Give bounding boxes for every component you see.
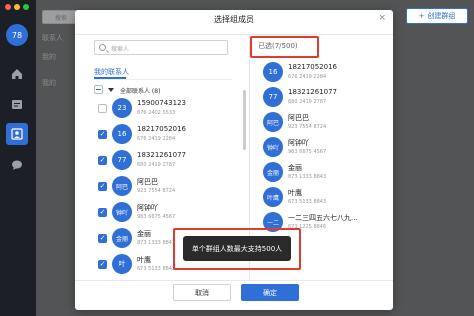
contact-name: 叶鹰 xyxy=(288,189,302,197)
contact-number: 873 1333 8843 xyxy=(288,174,327,180)
contact-avatar: 16 xyxy=(112,124,132,144)
contact-name: 阿钟吖 xyxy=(288,139,309,147)
divider xyxy=(94,79,232,80)
contact-number: 983 6675 4567 xyxy=(288,149,327,155)
contact-number: 676 2419 2284 xyxy=(137,136,176,142)
selected-contact-row[interactable]: 叶鹰 叶鹰 673 5133 8843 xyxy=(263,187,383,211)
scrollbar[interactable] xyxy=(243,90,246,150)
group-header[interactable]: 全部联系人 (8) xyxy=(108,84,160,96)
close-window-button[interactable] xyxy=(5,4,11,10)
minimize-window-button[interactable] xyxy=(14,4,20,10)
contact-checkbox[interactable]: ✓ xyxy=(98,208,107,217)
contact-number: 680 2419 2787 xyxy=(137,162,176,168)
contact-name: 一二三四五六七八九... xyxy=(288,214,358,222)
contact-avatar: 钟吖 xyxy=(263,137,283,157)
contact-row[interactable]: 钟吖 阿钟吖 983 6675 4567 xyxy=(112,202,242,226)
contact-checkbox[interactable]: ✓ xyxy=(98,156,107,165)
selected-contact-row[interactable]: 77 18321261077 680 2419 2787 xyxy=(263,87,383,111)
create-group-label: 创建群组 xyxy=(427,12,456,20)
contact-checkbox[interactable]: ✓ xyxy=(98,234,107,243)
contact-row[interactable]: 阿巴 阿巴巴 923 7554 8724 xyxy=(112,176,242,200)
contact-checkbox[interactable] xyxy=(98,104,107,113)
contact-name: 18321261077 xyxy=(288,88,337,96)
close-icon[interactable]: × xyxy=(378,13,386,23)
contact-avatar: 金丽 xyxy=(112,228,132,248)
contact-avatar: 叶鹰 xyxy=(263,187,283,207)
cancel-button[interactable]: 取消 xyxy=(173,284,231,301)
dialog-title: 选择组成员 xyxy=(214,15,254,24)
contact-avatar: 阿巴 xyxy=(112,176,132,196)
selected-contact-row[interactable]: 阿巴 阿巴巴 923 7554 8724 xyxy=(263,112,383,136)
contact-name: 18217052016 xyxy=(288,63,337,71)
contact-name: 阿巴巴 xyxy=(288,114,309,122)
chat-icon[interactable] xyxy=(9,157,25,173)
search-placeholder: 搜索人 xyxy=(111,46,130,53)
contact-avatar: 金丽 xyxy=(263,162,283,182)
contact-avatar: 阿巴 xyxy=(263,112,283,132)
selected-contact-row[interactable]: 钟吖 阿钟吖 983 6675 4567 xyxy=(263,137,383,161)
search-icon xyxy=(99,44,106,51)
contact-name: 阿钟吖 xyxy=(137,204,158,212)
contact-avatar: 16 xyxy=(263,62,283,82)
contact-number: 923 7554 8724 xyxy=(288,124,327,130)
contact-avatar: 23 xyxy=(112,98,132,118)
contact-number: 680 2419 2787 xyxy=(288,99,327,105)
contact-number: 983 6675 4567 xyxy=(137,214,176,220)
calendar-icon[interactable] xyxy=(9,96,25,112)
maximize-window-button[interactable] xyxy=(23,4,29,10)
contact-avatar: 77 xyxy=(263,87,283,107)
select-members-dialog: 选择组成员 × 搜索人 我的联系人 全部联系人 (8) 23 159007431… xyxy=(75,10,393,310)
contact-row[interactable]: 16 18217052016 676 2419 2284 xyxy=(112,124,242,148)
left-nav-rail: 78 xyxy=(0,0,36,316)
contact-number: 673 5133 8843 xyxy=(288,199,327,205)
contact-row[interactable]: 23 15900743123 876 2402 5533 xyxy=(112,98,242,122)
contact-avatar: 77 xyxy=(112,150,132,170)
contact-name: 15900743123 xyxy=(137,99,186,107)
selected-contact-row[interactable]: 16 18217052016 676 2419 2284 xyxy=(263,62,383,86)
contact-checkbox[interactable]: ✓ xyxy=(98,130,107,139)
contact-avatar: 钟吖 xyxy=(112,202,132,222)
contact-name: 金丽 xyxy=(288,164,302,172)
confirm-button[interactable]: 确定 xyxy=(241,284,299,301)
contact-checkbox[interactable]: ✓ xyxy=(98,260,107,269)
home-icon[interactable] xyxy=(9,66,25,82)
contact-number: 873 1333 8843 xyxy=(137,240,176,246)
contact-row[interactable]: 77 18321261077 680 2419 2787 xyxy=(112,150,242,174)
contacts-icon[interactable] xyxy=(6,123,28,145)
tab-my-contacts[interactable]: 我的联系人 xyxy=(94,67,129,77)
caret-down-icon xyxy=(108,88,114,92)
divider xyxy=(75,34,393,35)
create-group-button[interactable]: + 创建群组 xyxy=(406,8,468,24)
contact-name: 金丽 xyxy=(137,230,151,238)
selected-contact-row[interactable]: 金丽 金丽 873 1333 8843 xyxy=(263,162,383,186)
plus-icon: + xyxy=(418,12,425,20)
highlight-box xyxy=(250,36,319,58)
search-input[interactable]: 搜索人 xyxy=(94,40,228,55)
select-all-checkbox[interactable] xyxy=(94,85,103,94)
contact-number: 673 5133 8843 xyxy=(137,266,176,272)
contact-number: 923 7554 8724 xyxy=(137,188,176,194)
contact-number: 876 2402 5533 xyxy=(137,110,176,116)
group-label: 全部联系人 (8) xyxy=(120,87,161,95)
contact-checkbox[interactable]: ✓ xyxy=(98,182,107,191)
contact-number: 676 2419 2284 xyxy=(288,74,327,80)
contact-name: 18321261077 xyxy=(137,151,186,159)
limit-toast: 单个群组人数最大支持500人 xyxy=(183,236,291,261)
user-avatar[interactable]: 78 xyxy=(6,24,28,46)
contact-name: 18217052016 xyxy=(137,125,186,133)
contact-name: 阿巴巴 xyxy=(137,178,158,186)
contact-avatar: 叶 xyxy=(112,254,132,274)
divider xyxy=(75,280,393,281)
contact-name: 叶鹰 xyxy=(137,256,151,264)
